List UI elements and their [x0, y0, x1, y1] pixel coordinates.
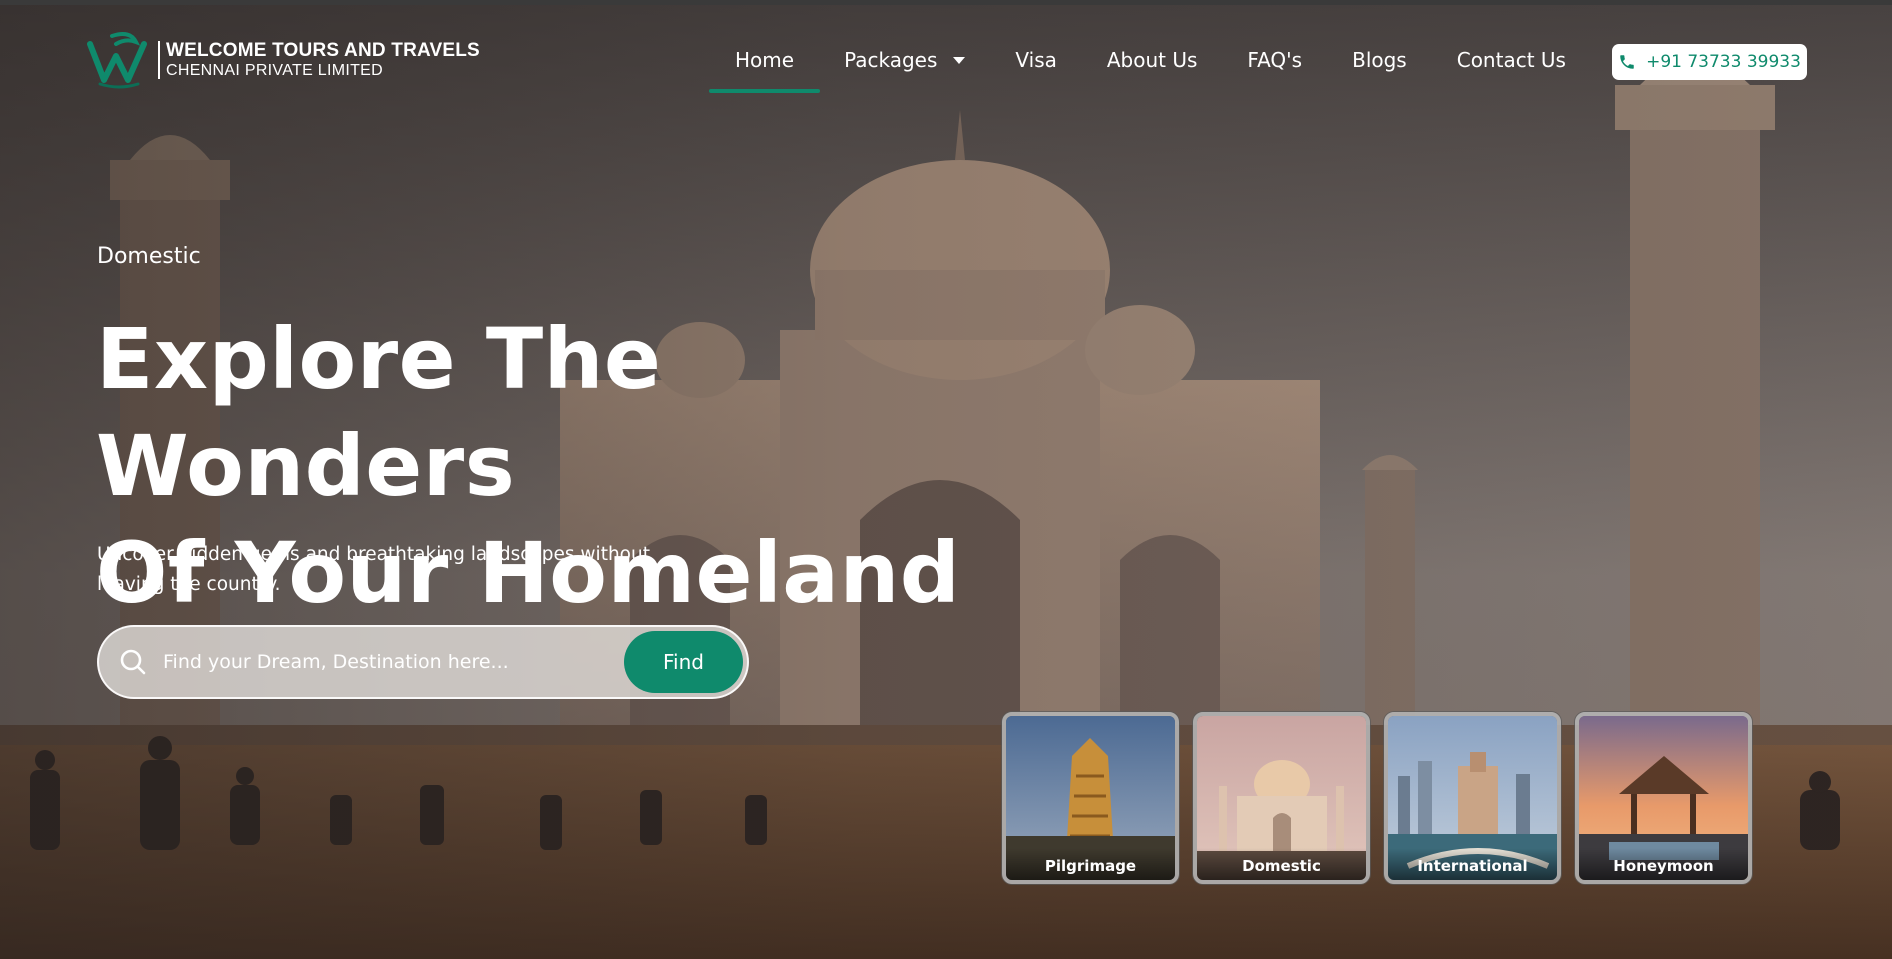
brand-name: WELCOME TOURS AND TRAVELS	[166, 39, 480, 61]
category-card-honeymoon[interactable]: Honeymoon	[1575, 712, 1752, 884]
category-label: International	[1388, 848, 1557, 880]
nav-item-label: Blogs	[1352, 48, 1407, 72]
category-label: Honeymoon	[1579, 848, 1748, 880]
nav-item-label: About Us	[1106, 48, 1198, 72]
nav-item-home[interactable]: Home	[708, 40, 821, 93]
hero-page: WELCOME TOURS AND TRAVELS CHENNAI PRIVAT…	[0, 0, 1892, 959]
hero-eyebrow: Domestic	[97, 244, 201, 269]
find-button[interactable]: Find	[624, 631, 743, 693]
site-header: WELCOME TOURS AND TRAVELS CHENNAI PRIVAT…	[0, 0, 1892, 120]
nav-item-label: Home	[735, 48, 795, 72]
category-cards: Pilgrimage Domestic International Honeym…	[1002, 712, 1766, 884]
category-card-domestic[interactable]: Domestic	[1193, 712, 1370, 884]
brand-logo[interactable]: WELCOME TOURS AND TRAVELS CHENNAI PRIVAT…	[86, 30, 480, 90]
brand-text: WELCOME TOURS AND TRAVELS CHENNAI PRIVAT…	[166, 40, 480, 80]
wt-monogram-logo-icon	[87, 32, 147, 89]
nav-item-blogs[interactable]: Blogs	[1352, 40, 1407, 80]
destination-search-bar: Find	[97, 625, 749, 699]
nav-item-label: Packages	[844, 48, 938, 72]
headline-line-1: Explore The Wonders	[96, 310, 662, 515]
logo-divider	[158, 41, 160, 79]
category-card-international[interactable]: International	[1384, 712, 1561, 884]
nav-item-visa[interactable]: Visa	[1015, 40, 1056, 80]
nav-item-label: Contact Us	[1456, 48, 1566, 72]
category-card-pilgrimage[interactable]: Pilgrimage	[1002, 712, 1179, 884]
nav-item-contact-us[interactable]: Contact Us	[1457, 40, 1566, 80]
phone-number: +91 73733 39933	[1646, 52, 1801, 72]
nav-item-label: Visa	[1015, 48, 1057, 72]
phone-button[interactable]: +91 73733 39933	[1612, 44, 1807, 80]
category-label: Domestic	[1197, 848, 1366, 880]
search-icon	[120, 649, 146, 675]
search-input[interactable]	[163, 642, 624, 682]
hero-subtitle: Uncover hidden gems and breathtaking lan…	[97, 544, 650, 595]
category-label: Pilgrimage	[1006, 848, 1175, 880]
brand-subtitle: CHENNAI PRIVATE LIMITED	[166, 61, 384, 79]
nav-item-faqs[interactable]: FAQ's	[1247, 40, 1302, 80]
main-nav: Home Packages Visa About Us FAQ's Blogs …	[708, 40, 1616, 93]
nav-item-packages[interactable]: Packages	[844, 40, 966, 80]
phone-icon	[1620, 55, 1634, 69]
nav-item-about-us[interactable]: About Us	[1107, 40, 1198, 80]
nav-item-label: FAQ's	[1247, 48, 1303, 72]
chevron-down-icon	[953, 56, 966, 64]
